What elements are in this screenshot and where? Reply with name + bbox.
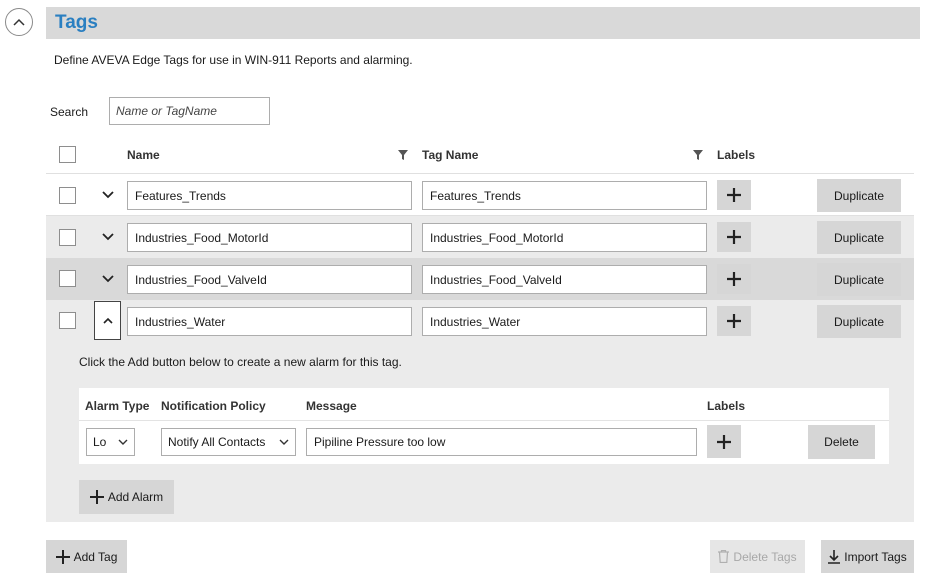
delete-tags-label: Delete Tags	[733, 549, 797, 564]
message-input[interactable]	[306, 428, 697, 456]
trash-icon	[718, 550, 730, 563]
section-title: Tags	[55, 12, 98, 33]
add-tag-button[interactable]: Add Tag	[46, 540, 127, 573]
divider	[79, 420, 889, 421]
expand-row-button[interactable]	[101, 272, 115, 286]
download-icon	[828, 549, 841, 564]
column-header-tag-name[interactable]: Tag Name	[422, 148, 478, 162]
notification-policy-value: Notify All Contacts	[168, 435, 266, 449]
plus-icon	[727, 272, 741, 286]
column-header-message: Message	[306, 399, 357, 413]
chevron-down-icon	[102, 191, 114, 199]
name-input[interactable]	[127, 223, 412, 252]
tag-name-input[interactable]	[422, 181, 707, 210]
section-description: Define AVEVA Edge Tags for use in WIN-91…	[54, 53, 413, 67]
plus-icon	[727, 188, 741, 202]
plus-icon	[55, 549, 70, 564]
name-input[interactable]	[127, 181, 412, 210]
tag-name-input[interactable]	[422, 307, 707, 336]
filter-icon[interactable]	[693, 150, 703, 160]
plus-icon	[89, 490, 104, 504]
column-header-alarm-type: Alarm Type	[85, 399, 150, 413]
column-header-notification-policy: Notification Policy	[161, 399, 266, 413]
import-tags-button[interactable]: Import Tags	[821, 540, 914, 573]
row-checkbox[interactable]	[59, 270, 76, 287]
import-tags-label: Import Tags	[844, 549, 907, 564]
add-label-button[interactable]	[717, 264, 751, 294]
duplicate-button[interactable]: Duplicate	[817, 263, 901, 296]
duplicate-button[interactable]: Duplicate	[817, 179, 901, 212]
search-label: Search	[50, 105, 89, 119]
expand-row-button[interactable]	[101, 230, 115, 244]
alarm-type-value: Lo	[93, 435, 107, 449]
tag-name-input[interactable]	[422, 223, 707, 252]
row-checkbox[interactable]	[59, 229, 76, 246]
row-checkbox[interactable]	[59, 187, 76, 204]
collapse-section-button[interactable]	[5, 8, 33, 36]
column-header-labels: Labels	[717, 148, 756, 162]
duplicate-button[interactable]: Duplicate	[817, 305, 901, 338]
expand-row-button[interactable]	[101, 188, 115, 202]
add-label-button[interactable]	[717, 306, 751, 336]
add-label-button[interactable]	[717, 222, 751, 252]
add-alarm-label-button[interactable]	[707, 425, 741, 458]
add-alarm-label: Add Alarm	[107, 490, 164, 504]
alarm-type-select[interactable]: Lo	[86, 428, 135, 456]
delete-tags-button[interactable]: Delete Tags	[710, 540, 805, 573]
column-header-labels: Labels	[707, 399, 746, 413]
add-alarm-button[interactable]: Add Alarm	[79, 480, 174, 514]
name-input[interactable]	[127, 307, 412, 336]
chevron-up-icon	[13, 18, 25, 26]
chevron-down-icon	[279, 439, 289, 445]
notification-policy-select[interactable]: Notify All Contacts	[161, 428, 296, 456]
plus-icon	[727, 314, 741, 328]
select-all-checkbox[interactable]	[59, 146, 76, 163]
collapse-row-button[interactable]	[94, 301, 121, 340]
add-label-button[interactable]	[717, 180, 751, 210]
row-checkbox[interactable]	[59, 312, 76, 329]
tag-name-input[interactable]	[422, 265, 707, 294]
name-input[interactable]	[127, 265, 412, 294]
search-input[interactable]	[109, 97, 270, 125]
chevron-down-icon	[102, 275, 114, 283]
chevron-up-icon	[102, 317, 113, 324]
duplicate-button[interactable]: Duplicate	[817, 221, 901, 254]
plus-icon	[727, 230, 741, 244]
alarm-panel-hint: Click the Add button below to create a n…	[79, 355, 402, 369]
plus-icon	[717, 434, 731, 449]
delete-alarm-button[interactable]: Delete	[808, 425, 875, 459]
chevron-down-icon	[102, 233, 114, 241]
column-header-name[interactable]: Name	[127, 148, 160, 162]
filter-icon[interactable]	[398, 150, 408, 160]
section-header-bar	[46, 7, 920, 39]
chevron-down-icon	[118, 439, 128, 445]
add-tag-label: Add Tag	[73, 549, 118, 564]
